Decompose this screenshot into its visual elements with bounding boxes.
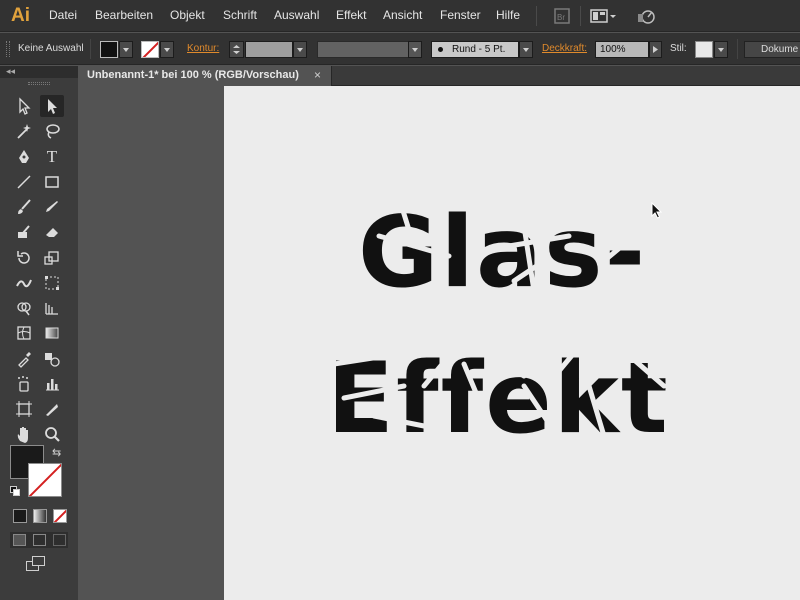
blob-brush-tool-icon[interactable] [12,221,36,243]
menu-auswahl[interactable]: Auswahl [274,8,319,22]
drawing-modes-bar [10,532,68,548]
symbol-sprayer-tool-icon[interactable] [12,373,36,395]
brush-definition-field[interactable]: Rund - 5 Pt. [431,41,519,58]
menu-bearbeiten[interactable]: Bearbeiten [95,8,153,22]
gradient-tool-icon[interactable] [40,322,64,344]
pencil-tool-icon[interactable] [40,196,64,218]
screen-mode-icon[interactable] [26,556,50,574]
hand-tool-icon[interactable] [12,423,36,445]
gpu-performance-icon[interactable] [636,6,658,26]
pen-tool-icon[interactable] [12,146,36,168]
brush-dropdown[interactable] [519,41,533,58]
tools-panel-header: ◂◂ [0,66,78,78]
panel-grip[interactable] [28,82,50,85]
document-tab-title: Unbenannt-1* bei 100 % (RGB/Vorschau) [87,69,299,81]
style-label: Stil: [670,43,687,54]
opacity-label[interactable]: Deckkraft: [542,43,587,54]
default-fill-stroke-icon[interactable] [10,486,20,496]
tools-panel: ◂◂ T ⇆ [0,66,78,600]
stroke-color-box[interactable] [28,463,62,497]
stroke-dropdown[interactable] [160,41,174,58]
app-logo: Ai [11,5,30,26]
stroke-weight-stepper[interactable] [229,41,244,58]
draw-inside-icon[interactable] [53,534,66,546]
separator [90,39,91,59]
stroke-weight-input[interactable] [245,41,293,58]
menu-effekt[interactable]: Effekt [336,8,366,22]
type-tool-icon[interactable]: T [40,146,64,168]
variable-width-dropdown[interactable] [408,41,422,58]
control-bar-grip[interactable] [6,41,10,57]
slice-tool-icon[interactable] [40,398,64,420]
paintbrush-tool-icon[interactable] [12,196,36,218]
opacity-input[interactable]: 100% [595,41,649,58]
selection-status: Keine Auswahl [18,43,84,54]
shape-builder-tool-icon[interactable] [12,297,36,319]
lasso-tool-icon[interactable] [40,120,64,142]
menu-separator [580,6,581,26]
line-segment-tool-icon[interactable] [12,171,36,193]
mesh-tool-icon[interactable] [12,322,36,344]
scale-tool-icon[interactable] [40,247,64,269]
free-transform-tool-icon[interactable] [40,272,64,294]
fill-color-swatch[interactable] [100,41,118,58]
menu-datei[interactable]: Datei [49,8,77,22]
perspective-grid-tool-icon[interactable] [40,297,64,319]
draw-behind-icon[interactable] [33,534,46,546]
menu-objekt[interactable]: Objekt [170,8,205,22]
stroke-label[interactable]: Kontur: [187,43,219,54]
menu-bar: Ai Datei Bearbeiten Objekt Schrift Auswa… [0,0,800,32]
menu-separator [536,6,537,26]
stroke-weight-dropdown[interactable] [293,41,307,58]
direct-selection-tool-icon[interactable] [40,95,64,117]
eraser-tool-icon[interactable] [40,221,64,243]
gradient-mode-button[interactable] [33,509,47,523]
menu-fenster[interactable]: Fenster [440,8,481,22]
close-tab-icon[interactable]: × [314,68,321,82]
stroke-color-swatch[interactable] [141,41,159,58]
column-graph-tool-icon[interactable] [40,373,64,395]
menu-ansicht[interactable]: Ansicht [383,8,422,22]
graphic-style-dropdown[interactable] [714,41,728,58]
fill-dropdown[interactable] [119,41,133,58]
graphic-style-swatch[interactable] [695,41,713,58]
document-tab[interactable]: Unbenannt-1* bei 100 % (RGB/Vorschau) × [79,66,332,86]
rectangle-tool-icon[interactable] [40,171,64,193]
menu-schrift[interactable]: Schrift [223,8,257,22]
zoom-tool-icon[interactable] [40,423,64,445]
brush-label: Rund - 5 Pt. [452,44,506,55]
selection-tool-icon[interactable] [12,95,36,117]
artboard-tool-icon[interactable] [12,398,36,420]
collapse-arrows-icon[interactable]: ◂◂ [6,66,15,77]
brush-dot-icon [438,47,443,52]
blend-tool-icon[interactable] [40,348,64,370]
swap-fill-stroke-icon[interactable]: ⇆ [52,446,61,459]
eyedropper-tool-icon[interactable] [12,348,36,370]
control-bar: Keine Auswahl Kontur: Rund - 5 Pt. Deckk… [0,33,800,65]
separator [737,39,738,59]
color-mode-button[interactable] [13,509,27,523]
menu-hilfe[interactable]: Hilfe [496,8,520,22]
draw-normal-icon[interactable] [13,534,26,546]
document-setup-button[interactable]: Dokume [744,41,800,58]
none-mode-button[interactable] [53,509,67,523]
bridge-icon[interactable]: Br [553,6,571,26]
svg-text:Br: Br [557,13,565,22]
mouse-pointer-icon [651,202,663,219]
magic-wand-tool-icon[interactable] [12,120,36,142]
document-tab-bar: Unbenannt-1* bei 100 % (RGB/Vorschau) × [79,66,800,86]
canvas-pasteboard[interactable] [79,86,224,600]
width-tool-icon[interactable] [12,272,36,294]
arrange-documents-icon[interactable] [590,6,618,26]
glass-effect-artwork[interactable]: Glas- Effekt [224,86,800,600]
variable-width-profile[interactable] [317,41,409,58]
rotate-tool-icon[interactable] [12,247,36,269]
opacity-slider-arrow[interactable] [649,41,662,58]
